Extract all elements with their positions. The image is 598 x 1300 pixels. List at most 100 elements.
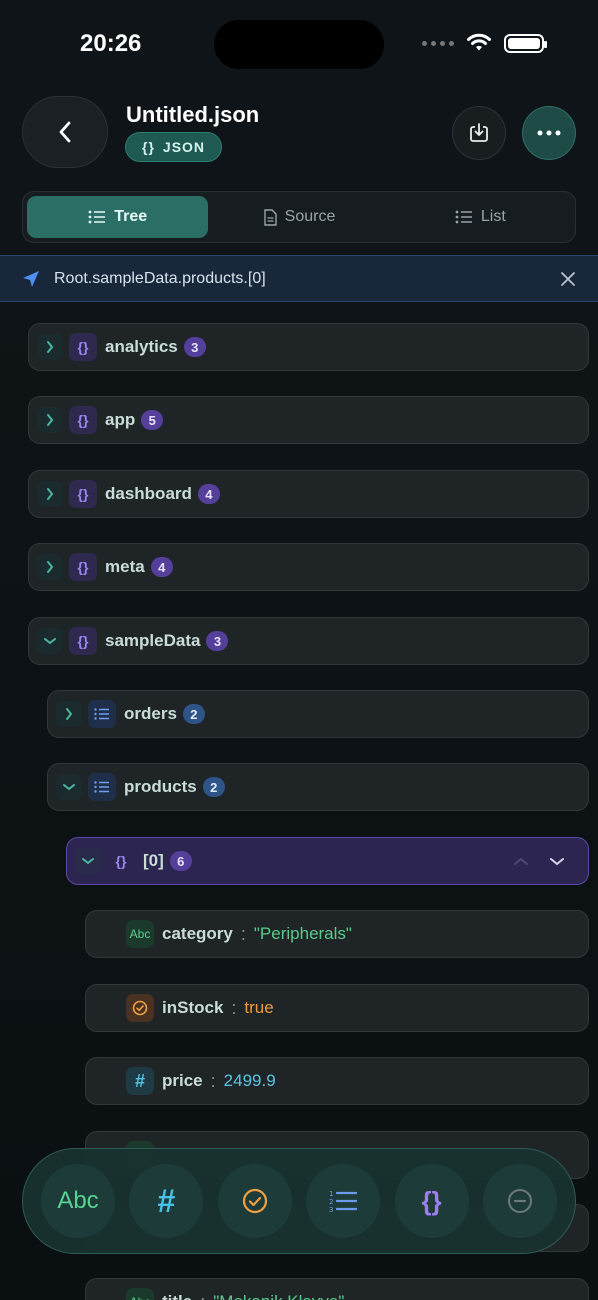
format-badge-label: JSON <box>162 139 206 155</box>
object-type-icon: {} <box>115 853 127 869</box>
tree-row-analytics[interactable]: {} analytics 3 <box>28 323 589 371</box>
close-icon[interactable] <box>560 271 576 287</box>
numbered-list-icon: 1 2 3 <box>329 1190 358 1213</box>
more-options-button[interactable] <box>522 106 576 160</box>
add-number-button[interactable]: # <box>129 1164 204 1238</box>
number-type-icon: # <box>126 1067 154 1095</box>
node-key: sampleData <box>105 631 201 650</box>
chevron-up-icon[interactable] <box>514 857 528 866</box>
check-circle-icon <box>126 994 154 1022</box>
tree-row-products[interactable]: products 2 <box>47 763 589 811</box>
key-value-separator: : <box>210 1070 216 1091</box>
tab-source[interactable]: Source <box>208 196 389 238</box>
node-value[interactable]: "Peripherals" <box>254 924 352 944</box>
child-count-badge: 3 <box>206 631 229 651</box>
chevron-right-icon[interactable] <box>37 481 63 507</box>
back-button[interactable] <box>22 96 108 168</box>
node-value[interactable]: "Mekanik Klavye" <box>213 1292 344 1300</box>
add-object-button[interactable]: {} <box>394 1164 469 1238</box>
list-icon <box>455 210 472 224</box>
breadcrumb: Root.sampleData.products.[0] <box>0 255 598 302</box>
array-type-icon <box>88 700 116 728</box>
tab-tree[interactable]: Tree <box>27 196 209 238</box>
node-key: app <box>105 410 136 429</box>
child-count-badge: 6 <box>169 851 192 871</box>
node-key: dashboard <box>105 484 192 503</box>
key-value-separator: : <box>200 1292 205 1300</box>
node-key: category <box>162 924 233 943</box>
chevron-right-icon[interactable] <box>37 334 63 360</box>
node-key: inStock <box>162 998 224 1017</box>
chevron-down-icon[interactable] <box>550 857 564 866</box>
tab-source-label: Source <box>284 208 336 225</box>
tree-row-meta[interactable]: {} meta 4 <box>28 543 589 591</box>
tree-row-orders[interactable]: orders 2 <box>47 690 589 738</box>
string-type-icon: Abc <box>126 920 154 948</box>
status-time: 20:26 <box>80 30 142 57</box>
wifi-icon <box>467 33 491 51</box>
chevron-right-icon[interactable] <box>56 701 82 727</box>
string-type-icon: Abc <box>126 1288 154 1300</box>
view-mode-tabs: Tree Source List <box>22 191 576 243</box>
object-type-icon: {} <box>69 333 97 361</box>
cellular-signal-icon <box>422 40 454 46</box>
chevron-down-icon[interactable] <box>37 628 63 654</box>
location-arrow-icon <box>23 270 39 287</box>
node-key: orders <box>124 704 177 723</box>
tree-row-price[interactable]: # price : 2499.9 <box>85 1057 589 1105</box>
key-value-separator: : <box>240 923 246 944</box>
add-boolean-button[interactable] <box>217 1164 292 1238</box>
tree-row-products-0[interactable]: {} [0] 6 <box>66 837 589 885</box>
chevron-right-icon[interactable] <box>37 554 63 580</box>
tree-row-category[interactable]: Abc category : "Peripherals" <box>85 910 589 958</box>
battery-icon <box>504 33 547 53</box>
format-badge: {} JSON <box>125 132 223 162</box>
object-type-icon: {} <box>69 480 97 508</box>
node-value[interactable]: true <box>244 998 273 1018</box>
add-array-button[interactable]: 1 2 3 <box>306 1164 381 1238</box>
tab-list-label: List <box>480 208 506 225</box>
tree-row-app[interactable]: {} app 5 <box>28 396 589 444</box>
child-count-badge: 2 <box>182 704 205 724</box>
add-null-button[interactable] <box>482 1164 557 1238</box>
breadcrumb-path: Root.sampleData.products.[0] <box>54 269 266 287</box>
chevron-down-icon[interactable] <box>56 774 82 800</box>
object-type-icon: {} <box>69 627 97 655</box>
dynamic-island <box>214 20 384 69</box>
list-icon <box>88 210 106 224</box>
sibling-navigation <box>514 857 564 866</box>
braces-icon: {} <box>142 139 155 155</box>
svg-text:2: 2 <box>329 1198 333 1206</box>
node-key: products <box>124 777 197 796</box>
tab-list[interactable]: List <box>390 196 571 238</box>
tree-row-dashboard[interactable]: {} dashboard 4 <box>28 470 589 518</box>
key-value-separator: : <box>231 997 237 1018</box>
chevron-down-icon[interactable] <box>75 848 101 874</box>
child-count-badge: 3 <box>183 337 206 357</box>
add-node-toolbar: Abc # 1 2 3 {} <box>22 1148 576 1254</box>
minus-circle-icon <box>507 1189 532 1213</box>
node-key: [0] <box>143 851 164 870</box>
node-key: price <box>162 1071 203 1090</box>
download-button[interactable] <box>452 106 506 160</box>
tree-row-instock[interactable]: inStock : true <box>85 984 589 1032</box>
svg-text:1: 1 <box>329 1190 333 1198</box>
array-type-icon <box>88 773 116 801</box>
download-icon <box>470 123 488 142</box>
check-circle-icon <box>242 1188 267 1214</box>
object-type-icon: {} <box>69 553 97 581</box>
chevron-left-icon <box>59 121 71 143</box>
tree-row-sampledata[interactable]: {} sampleData 3 <box>28 617 589 665</box>
add-string-button[interactable]: Abc <box>41 1164 115 1238</box>
document-icon <box>263 208 277 226</box>
chevron-right-icon[interactable] <box>37 407 63 433</box>
child-count-badge: 5 <box>141 410 164 430</box>
node-value[interactable]: 2499.9 <box>224 1071 276 1091</box>
file-title: Untitled.json <box>126 102 260 127</box>
child-count-badge: 4 <box>150 557 173 577</box>
object-type-icon: {} <box>69 406 97 434</box>
child-count-badge: 2 <box>202 777 225 797</box>
node-key: analytics <box>105 337 178 356</box>
node-key: title <box>162 1292 192 1300</box>
tree-row-title[interactable]: Abc title : "Mekanik Klavye" <box>85 1278 589 1300</box>
